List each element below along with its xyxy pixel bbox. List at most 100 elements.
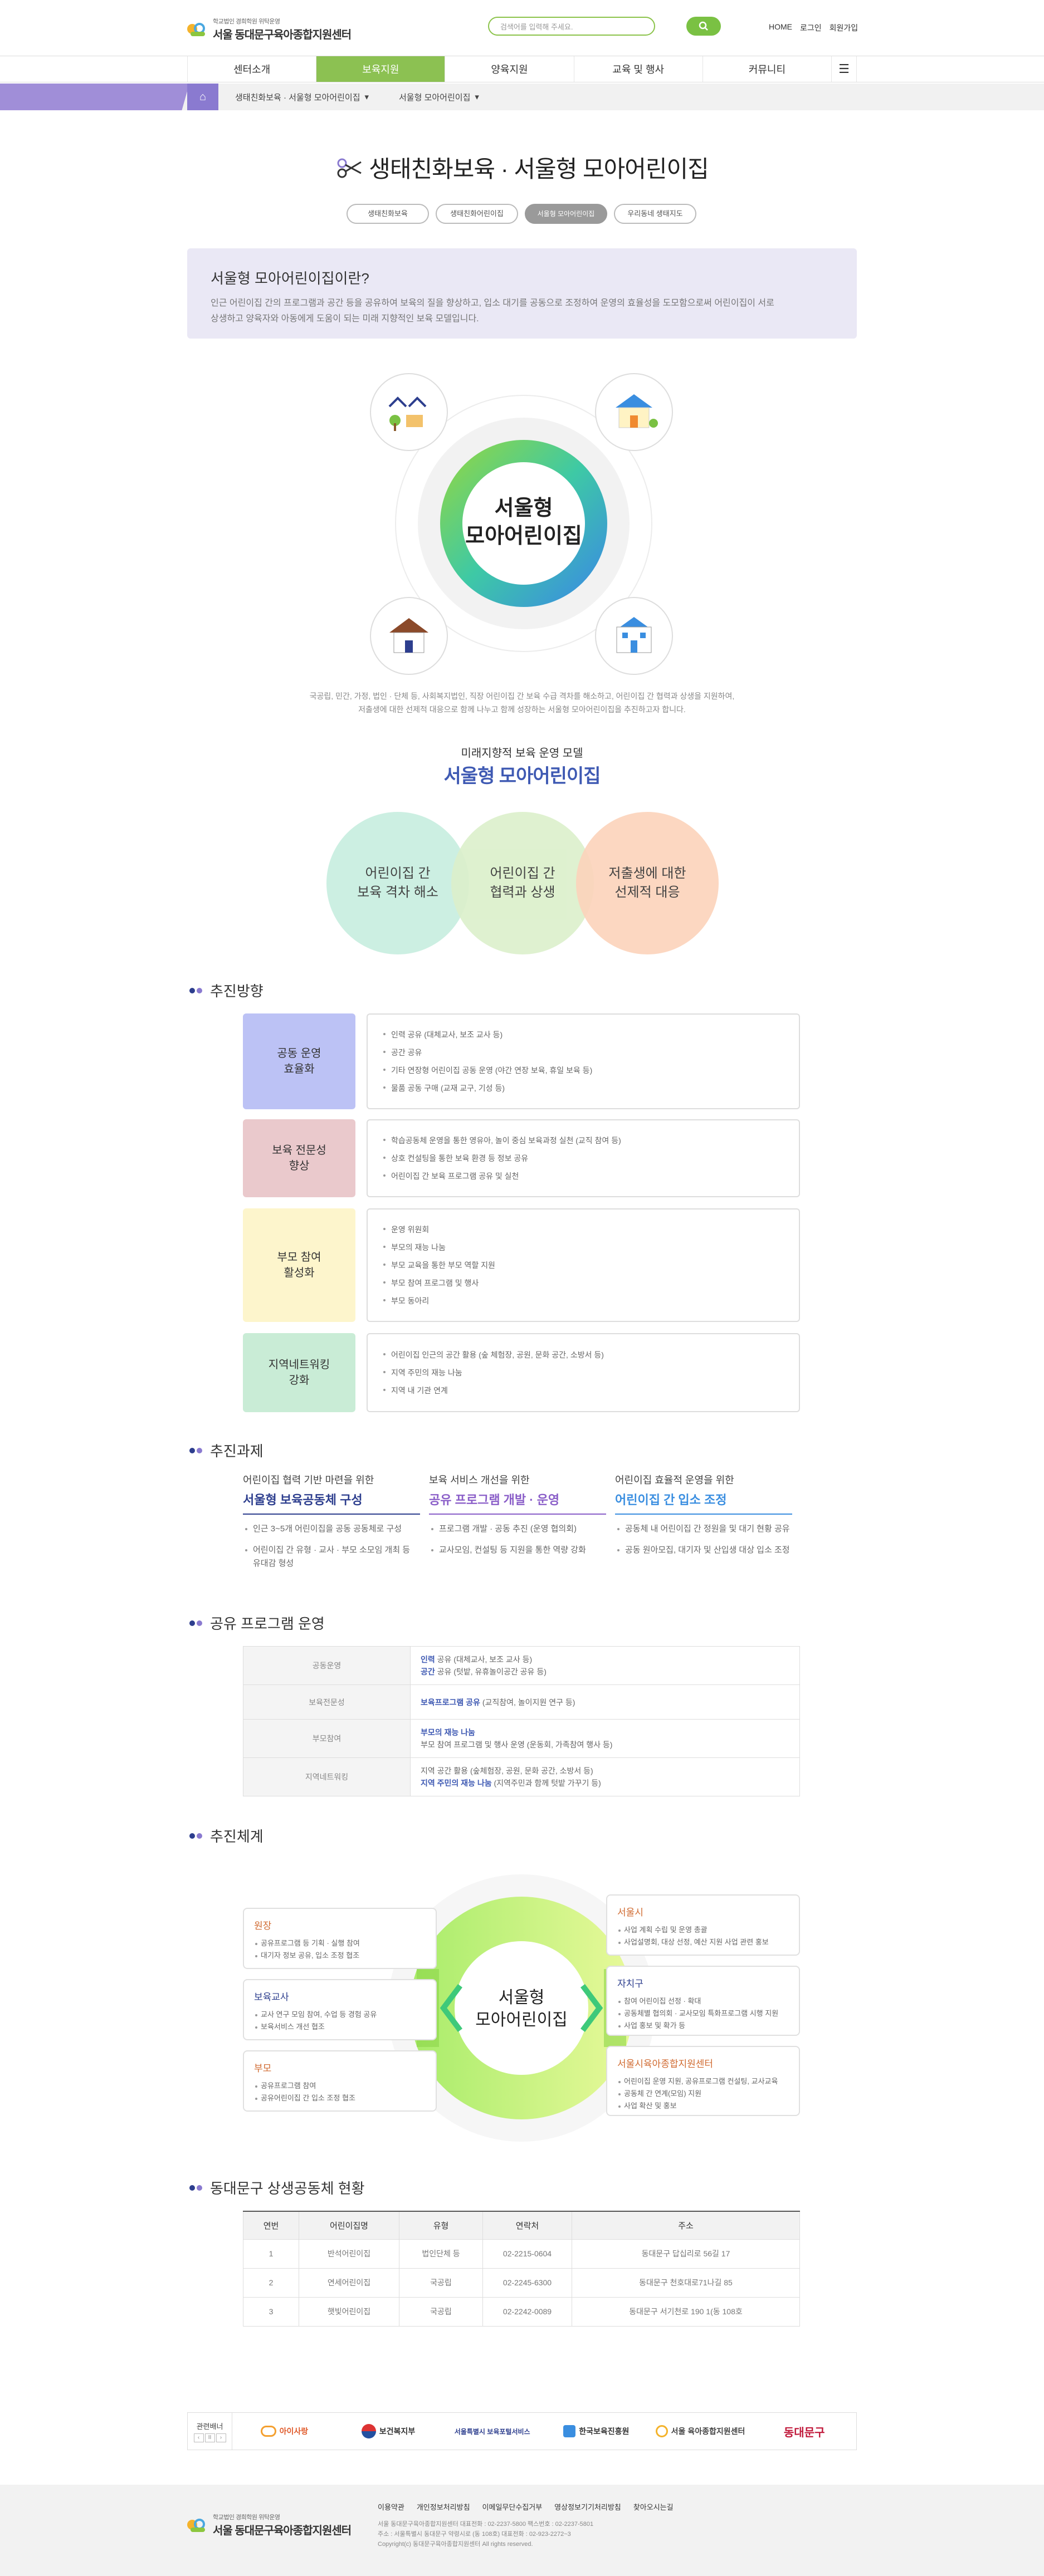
community-status-table: 연번 어린이집명 유형 연락처 주소 1 반석어린이집 법인단체 등 02-2215-…	[243, 2211, 800, 2327]
hamburger-menu-icon[interactable]: ☰	[831, 56, 857, 82]
nav-center-intro[interactable]: 센터소개	[187, 56, 316, 82]
direction-items: 운영 위원회 부모의 재능 나눔 부모 교육을 통한 부모 역할 지원 부모 참…	[367, 1208, 800, 1322]
footer-link-directions[interactable]: 찾아오시는길	[633, 2501, 674, 2512]
table-row: 부모참여 부모의 재능 나눔 부모 참여 프로그램 및 행사 운영 (운동회, 가족…	[243, 1719, 800, 1758]
util-login-link[interactable]: 로그인	[800, 22, 822, 33]
table-cell: 동대문구 서기천로 190 1(동 108호	[572, 2296, 800, 2327]
table-cell: 동대문구 천호대로71나길 85	[572, 2268, 800, 2298]
table-cell: 02-2242-0089	[482, 2296, 572, 2327]
system-box-title: 자치구	[617, 1978, 643, 1989]
table-cell: 국공립	[399, 2268, 483, 2298]
model-title: 서울형 모아어린이집	[443, 766, 601, 787]
task-column: 보육 서비스 개선을 위한 공유 프로그램 개발 · 운영 프로그램 개발 · …	[429, 1472, 606, 1557]
site-logo[interactable]: 학교법인 경희학원 위탁운영 서울 동대문구육아종합지원센터	[186, 17, 352, 42]
list-item: 공간 공유	[383, 1047, 783, 1058]
tab-eco-daycare[interactable]: 생태친화어린이집	[436, 204, 518, 224]
center-logo-icon	[655, 2425, 668, 2437]
table-cell: 연세어린이집	[299, 2268, 399, 2298]
logo-title: 서울 동대문구육아종합지원센터	[213, 29, 352, 41]
task-subtitle: 보육 서비스 개선을 위한	[429, 1475, 530, 1486]
list-item: 공동체 간 연계(모임) 지원	[617, 2088, 789, 2100]
pause-icon[interactable]: II	[204, 2433, 215, 2442]
list-item: 사업 홍보 및 확가 등	[617, 2020, 789, 2032]
cell-text: 지역 공간 활용 (숲체험장, 공원, 문화 공간, 소방서 등)	[421, 1766, 593, 1775]
partner-label-box: 관련배너 ‹ II ›	[188, 2413, 232, 2450]
table-header: 주소	[572, 2211, 800, 2240]
partner-logo-dongdaemun[interactable]: 동대문구	[752, 2423, 856, 2440]
list-item: 지역 주민의 재능 나눔	[383, 1367, 783, 1378]
building-icon	[595, 597, 673, 675]
section-bullet-icon	[189, 1447, 202, 1453]
search-button[interactable]	[686, 17, 721, 36]
breadcrumb-level2-label: 서울형 모아어린이집	[399, 92, 471, 102]
list-item: 기타 연장형 어린이집 공동 운영 (야간 연장 보육, 휴일 보육 등)	[383, 1065, 783, 1076]
list-item: 물품 공동 구매 (교재 교구, 기성 등)	[383, 1083, 783, 1094]
tab-moa-daycare[interactable]: 서울형 모아어린이집	[525, 204, 607, 224]
partner-logo-kcpi[interactable]: 한국보육진흥원	[544, 2425, 648, 2437]
home-icon[interactable]: ⌂	[187, 84, 218, 110]
next-icon[interactable]: ›	[216, 2433, 226, 2442]
cell-text: (지역주민과 함께 텃밭 가꾸기 등)	[491, 1779, 601, 1787]
partner-logo-text: 한국보육진흥원	[579, 2427, 630, 2436]
intro-text-1: 인근 어린이집 간의 프로그램과 공간 등을 공유하여 보육의 질을 향상하고,…	[211, 298, 774, 308]
tab-eco-map[interactable]: 우리동네 생태지도	[614, 204, 696, 224]
section-system-title: 추진체계	[210, 1828, 264, 1845]
list-item: 대기자 정보 공유, 입소 조정 협조	[254, 1950, 426, 1962]
global-nav: 센터소개 보육지원 양육지원 교육 및 행사 커뮤니티 ☰	[0, 56, 1044, 82]
footer-link-terms[interactable]: 이용약관	[378, 2501, 404, 2512]
direction-items: 어린이집 인근의 공간 활용 (숲 체험장, 공원, 문화 공간, 소방서 등)…	[367, 1333, 800, 1412]
breadcrumb-level1-label: 생태친화보육 · 서울형 모아어린이집	[235, 92, 360, 102]
breadcrumb-accent	[0, 84, 189, 110]
model-circle-cooperation: 어린이집 간 협력과 상생	[451, 812, 594, 954]
model-subtitle: 미래지향적 보육 운영 모델	[461, 747, 583, 760]
footer-logo: 학교법인 경희학원 위탁운영 서울 동대문구육아종합지원센터	[186, 2513, 352, 2538]
search-input[interactable]: 검색어를 입력해 주세요.	[488, 17, 655, 36]
diagram-note: 국공립, 민간, 가정, 법인 · 단체 등, 사회복지법인, 직장 어린이집 …	[0, 689, 1044, 716]
nav-childcare-support[interactable]: 보육지원	[316, 56, 445, 82]
school-icon	[595, 373, 673, 451]
partner-logo-mohw[interactable]: 보건복지부	[336, 2424, 441, 2438]
system-center-line1: 서울형	[498, 1989, 545, 2007]
list-item: 보육서비스 개선 협조	[254, 2021, 426, 2033]
nav-community[interactable]: 커뮤니티	[702, 56, 831, 82]
task-column: 어린이집 효율적 운영을 위한 어린이집 간 입소 조정 공동체 내 어린이집 …	[615, 1472, 792, 1557]
footer-logo-title: 서울 동대문구육아종합지원센터	[213, 2525, 352, 2537]
util-home-link[interactable]: HOME	[769, 22, 792, 33]
breadcrumb-level1[interactable]: 생태친화보육 · 서울형 모아어린이집 ▾	[235, 84, 369, 110]
caret-down-icon: ▾	[475, 92, 479, 102]
partner-logo-seoul-portal[interactable]: 서울특별시 보육포털서비스	[440, 2427, 544, 2436]
system-box-title: 보육교사	[254, 1992, 289, 2002]
logo-mark-icon	[186, 18, 208, 41]
footer-link-privacy[interactable]: 개인정보처리방침	[417, 2501, 470, 2512]
task-column: 어린이집 협력 기반 마련을 위한 서울형 보육공동체 구성 인근 3~5개 어…	[243, 1472, 420, 1570]
partner-logo-isarang[interactable]: 아이사랑	[232, 2426, 336, 2437]
cell-text: (교직참여, 놀이지원 연구 등)	[480, 1697, 575, 1707]
highlight-text: 공간	[421, 1667, 435, 1676]
table-cell: 02-2245-6300	[482, 2268, 572, 2298]
list-item: 공유어린이집 간 입소 조정 협조	[254, 2092, 426, 2104]
section-system-heading: 추진체계	[189, 1825, 264, 1846]
footer-link-cctv[interactable]: 영상정보기기처리방침	[554, 2501, 621, 2512]
list-item: 공유프로그램 등 기획 · 실행 참여	[254, 1937, 426, 1950]
section-status-title: 동대문구 상생공동체 현황	[210, 2180, 365, 2197]
partner-logo-seoul-center[interactable]: 서울 육아종합지원센터	[648, 2425, 753, 2437]
list-item: 부모 교육을 통한 부모 역할 지원	[383, 1260, 783, 1271]
nav-education-events[interactable]: 교육 및 행사	[573, 56, 702, 82]
util-join-link[interactable]: 회원가입	[830, 22, 858, 33]
isarang-logo-icon	[260, 2426, 276, 2437]
tab-eco-care[interactable]: 생태친화보육	[347, 204, 429, 224]
prev-icon[interactable]: ‹	[193, 2433, 204, 2442]
list-item: 지역 내 기관 연계	[383, 1385, 783, 1396]
system-center-line2: 모아어린이집	[475, 2011, 568, 2029]
footer-link-email[interactable]: 이메일무단수집거부	[482, 2501, 543, 2512]
system-box-title: 원장	[254, 1921, 272, 1931]
nav-parenting-support[interactable]: 양육지원	[445, 56, 573, 82]
site-header: 학교법인 경희학원 위탁운영 서울 동대문구육아종합지원센터 검색어를 입력해 …	[0, 0, 1044, 56]
table-header: 어린이집명	[299, 2211, 399, 2240]
task-title: 공유 프로그램 개발 · 운영	[429, 1490, 606, 1515]
breadcrumb-level2[interactable]: 서울형 모아어린이집 ▾	[399, 84, 479, 110]
list-item: 어린이집 인근의 공간 활용 (숲 체험장, 공원, 문화 공간, 소방서 등)	[383, 1349, 783, 1360]
system-diagram: 서울형 모아어린이집 원장 공유프로그램 등 기획 · 실행 참여 대기자 정보…	[243, 1869, 800, 2147]
section-direction-title: 추진방향	[210, 983, 264, 1000]
list-item: 교사모임, 컨설팅 등 지원을 통한 역량 강화	[429, 1544, 606, 1557]
